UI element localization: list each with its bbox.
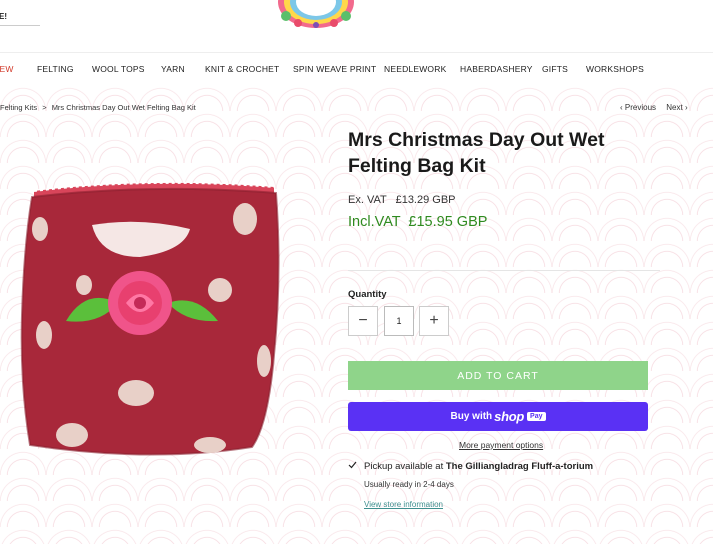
- nav-item-spin-weave-print[interactable]: SPIN WEAVE PRINT: [293, 64, 376, 74]
- product-pager: ‹ Previous Next ›: [620, 103, 688, 112]
- quantity-label: Quantity: [348, 289, 387, 300]
- price-ex-vat-label: Ex. VAT: [348, 194, 387, 206]
- nav-item-gifts[interactable]: GIFTS: [542, 64, 568, 74]
- quantity-increase-button[interactable]: +: [419, 306, 449, 336]
- main-nav: IEW FELTING WOOL TOPS YARN KNIT & CROCHE…: [0, 52, 713, 84]
- previous-link[interactable]: Previous: [625, 103, 656, 112]
- shop-wordmark: shop: [494, 409, 525, 424]
- top-bar: E!: [0, 0, 713, 52]
- nav-item-haberdashery[interactable]: HABERDASHERY: [460, 64, 533, 74]
- chevron-right-icon[interactable]: ›: [685, 103, 688, 112]
- breadcrumb-current: Mrs Christmas Day Out Wet Felting Bag Ki…: [51, 103, 196, 112]
- buy-with-label: Buy with: [450, 411, 493, 422]
- product-title: Mrs Christmas Day Out Wet Felting Bag Ki…: [348, 129, 605, 177]
- divider: [348, 270, 660, 271]
- product-image[interactable]: [0, 125, 330, 505]
- chevron-left-icon[interactable]: ‹: [620, 103, 623, 112]
- add-to-cart-button[interactable]: ADD TO CART: [348, 361, 648, 390]
- price-incl-vat: Incl.VAT £15.95 GBP: [348, 214, 487, 230]
- shop-logo[interactable]: [276, 0, 356, 28]
- price-ex-vat: Ex. VAT £13.29 GBP: [348, 194, 456, 206]
- more-payment-options-link[interactable]: More payment options: [459, 440, 543, 450]
- breadcrumb-parent-link[interactable]: Felting Kits: [0, 103, 37, 112]
- pickup-availability: Pickup available at The Gilliangladrag F…: [348, 461, 593, 472]
- felt-bag-illustration: [20, 181, 280, 456]
- quantity-decrease-button[interactable]: −: [348, 306, 378, 336]
- header-partial-text[interactable]: E!: [0, 8, 40, 26]
- nav-item-workshops[interactable]: WORKSHOPS: [586, 64, 644, 74]
- view-store-information-link[interactable]: View store information: [364, 500, 443, 509]
- breadcrumb: Felting Kits > Mrs Christmas Day Out Wet…: [0, 103, 196, 112]
- pickup-location: The Gilliangladrag Fluff-a-torium: [445, 461, 594, 472]
- breadcrumb-separator: >: [42, 103, 47, 112]
- nav-item-knit-crochet[interactable]: KNIT & CROCHET: [205, 64, 279, 74]
- nav-item-felting[interactable]: FELTING: [37, 64, 74, 74]
- nav-item-yarn[interactable]: YARN: [161, 64, 185, 74]
- buy-with-shop-pay-button[interactable]: Buy with shop Pay: [348, 402, 648, 431]
- next-link[interactable]: Next: [666, 103, 682, 112]
- pay-badge: Pay: [527, 412, 546, 421]
- pickup-prefix: Pickup available at: [364, 461, 444, 472]
- nav-item-new[interactable]: IEW: [0, 64, 14, 74]
- nav-item-wool-tops[interactable]: WOOL TOPS: [92, 64, 145, 74]
- nav-item-needlework[interactable]: NEEDLEWORK: [384, 64, 446, 74]
- price-ex-vat-value: £13.29 GBP: [395, 194, 456, 206]
- price-incl-vat-value: £15.95 GBP: [408, 214, 488, 230]
- check-icon: [348, 461, 358, 472]
- price-incl-vat-label: Incl.VAT: [348, 214, 401, 230]
- pickup-ready-time: Usually ready in 2-4 days: [364, 480, 454, 489]
- quantity-input[interactable]: [384, 306, 414, 336]
